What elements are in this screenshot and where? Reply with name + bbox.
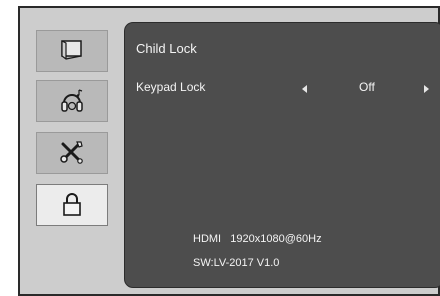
- osd-menu: Child Lock Keypad Lock Off HDMI 1920x108…: [18, 6, 440, 296]
- sidebar-item-setup[interactable]: [36, 132, 108, 174]
- right-arrow-icon[interactable]: [424, 85, 429, 93]
- lock-icon: [63, 193, 81, 216]
- headphones-icon: [61, 89, 83, 112]
- tools-icon: [60, 141, 83, 164]
- sidebar-item-audio[interactable]: [36, 80, 108, 122]
- signal-info: HDMI 1920x1080@60Hz: [193, 233, 322, 245]
- software-version: SW:LV-2017 V1.0: [193, 257, 280, 269]
- sidebar-item-picture[interactable]: [36, 30, 108, 72]
- keypad-lock-value: Off: [359, 80, 375, 94]
- panel-title: Child Lock: [136, 41, 197, 56]
- keypad-lock-label: Keypad Lock: [136, 80, 206, 94]
- sidebar-item-child-lock[interactable]: [36, 184, 108, 226]
- monitor-icon: [61, 40, 82, 60]
- settings-panel: Child Lock Keypad Lock Off HDMI 1920x108…: [124, 22, 440, 288]
- left-arrow-icon[interactable]: [302, 85, 307, 93]
